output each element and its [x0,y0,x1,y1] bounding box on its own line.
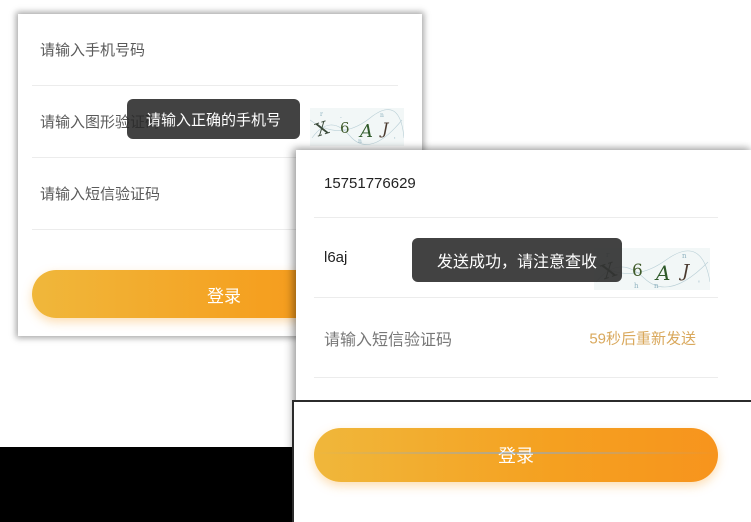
success-toast-text: 发送成功，请注意查收 [436,254,597,271]
phone-field-filled[interactable]: 15751776629 [314,150,718,218]
error-toast: 请输入正确的手机号 [127,99,300,139]
sms-code-placeholder-front: 请输入短信验证码 [324,331,453,349]
focus-highlight-line [314,452,718,454]
phone-value: 15751776629 [324,175,416,192]
login-button-label: 登录 [207,286,241,306]
svg-text:J: J [678,261,691,282]
svg-text:': ' [698,280,700,288]
phone-field[interactable]: 请输入手机号码 [32,14,398,86]
svg-text:r: r [320,111,323,118]
svg-text:h: h [634,282,639,290]
resend-countdown[interactable]: 59秒后重新发送 [589,327,696,348]
captcha-image[interactable]: rnn . ' X 6 A J [310,108,404,146]
svg-text:': ' [394,137,396,144]
login-button-front-label: 登录 [498,446,534,466]
success-toast: 发送成功，请注意查收 [412,238,622,282]
black-area [0,447,296,522]
sms-code-placeholder: 请输入短信验证码 [40,186,161,203]
svg-text:A: A [358,121,373,142]
svg-text:A: A [654,261,670,285]
svg-text:J: J [379,119,390,138]
svg-text:n: n [682,252,687,260]
svg-text:6: 6 [340,119,350,137]
phone-placeholder: 请输入手机号码 [40,42,146,59]
login-button-front[interactable]: 登录 [314,428,718,482]
error-toast-text: 请输入正确的手机号 [145,111,281,129]
svg-text:6: 6 [632,261,643,281]
svg-text:X: X [313,117,332,141]
captcha-value: l6aj [324,249,348,266]
sms-code-field-front[interactable]: 请输入短信验证码 59秒后重新发送 [314,298,718,378]
svg-text:n: n [380,112,384,119]
screenshot-stage: 请输入手机号码 请输入图形验证码 请输入短信验证码 rnn . ' X 6 A J [0,0,751,522]
